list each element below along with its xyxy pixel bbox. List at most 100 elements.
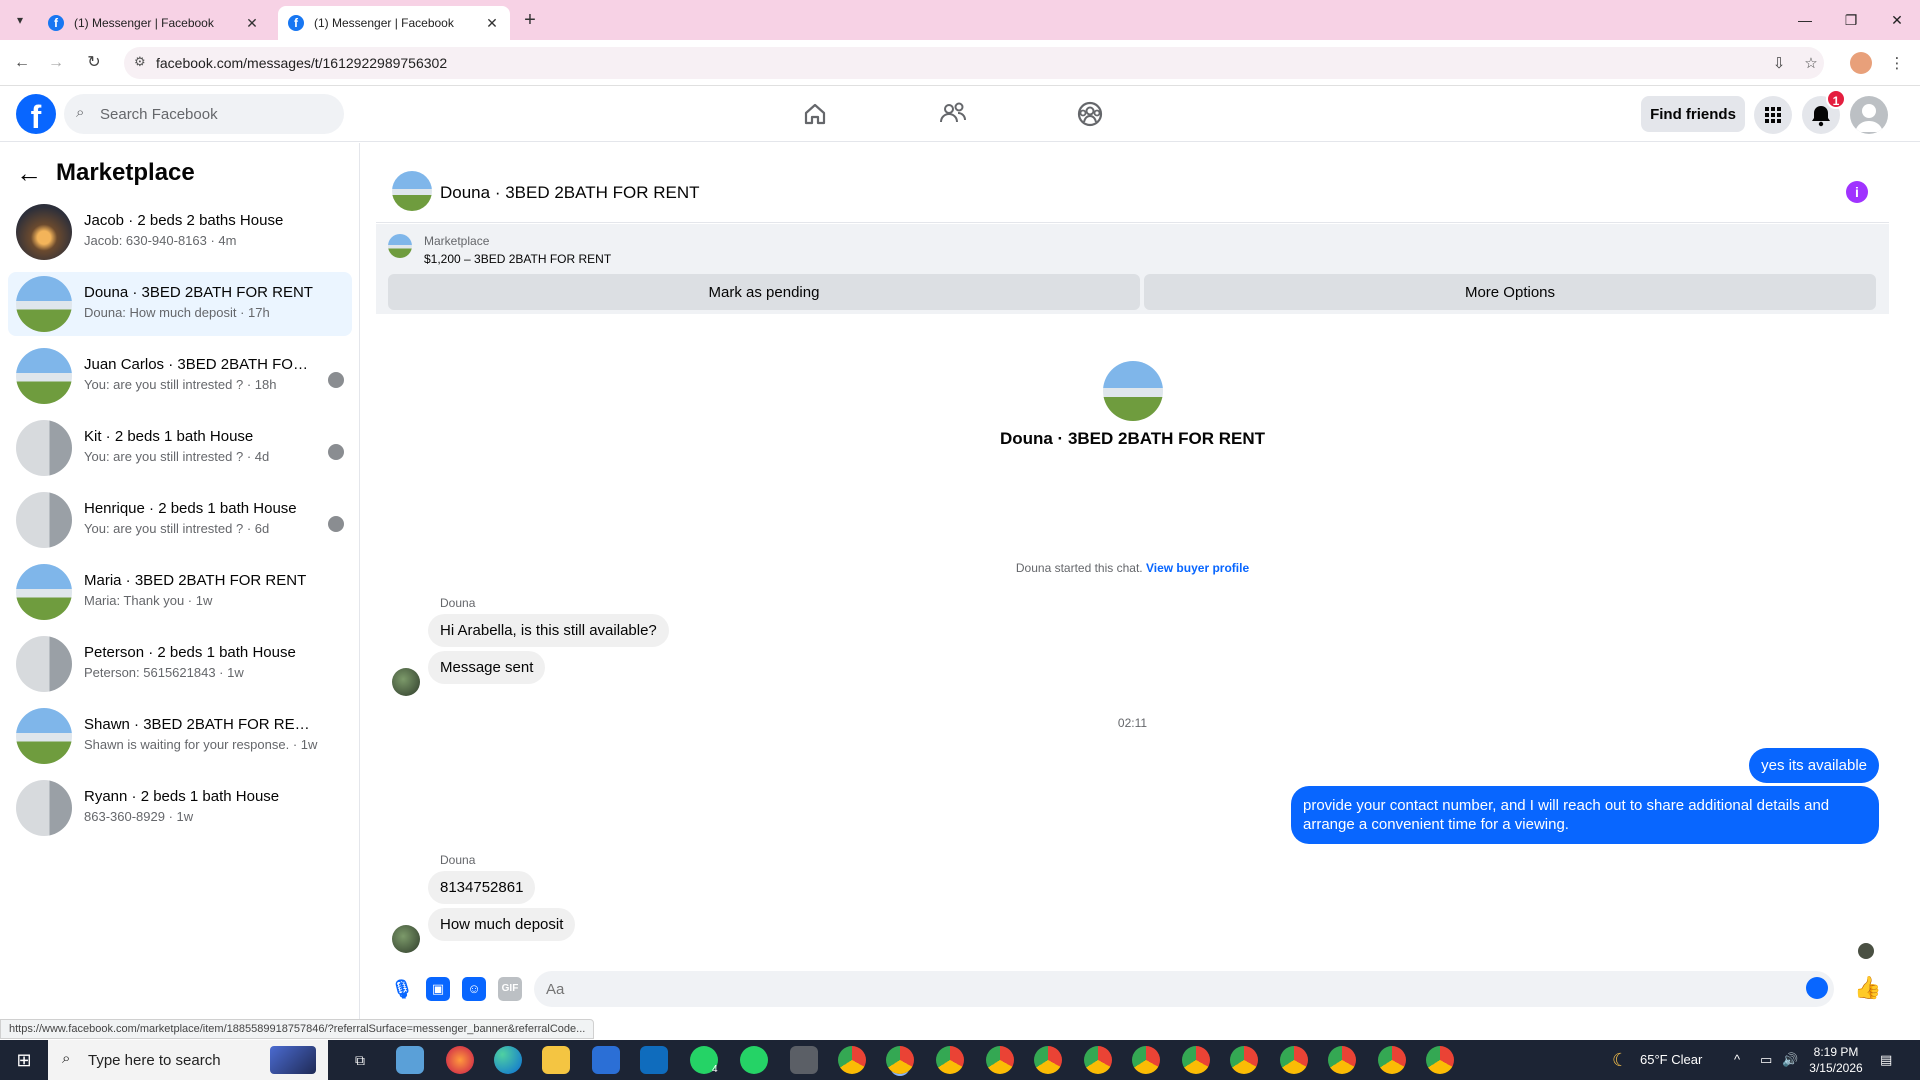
tray-chevron-icon[interactable]: ^ (1734, 1040, 1740, 1080)
notepad-icon[interactable] (396, 1046, 424, 1074)
conversation-item[interactable]: Shawn · 3BED 2BATH FOR RENT Shawn is wait… (8, 704, 352, 768)
microphone-icon[interactable]: 🎙 (390, 977, 414, 1001)
forward-button[interactable]: → (44, 51, 68, 75)
more-options-button[interactable]: More Options (1144, 274, 1876, 310)
sticker-icon[interactable]: ☺ (462, 977, 486, 1001)
find-friends-button[interactable]: Find friends (1641, 96, 1745, 132)
photo-icon[interactable]: ▣ (426, 977, 450, 1001)
calculator-icon[interactable] (790, 1046, 818, 1074)
notification-count-badge: 1 (1826, 89, 1846, 109)
chrome-icon[interactable] (1084, 1046, 1112, 1074)
emoji-icon[interactable] (1806, 977, 1828, 999)
gif-icon[interactable]: GIF (498, 977, 522, 1001)
facebook-logo-icon[interactable]: f (16, 94, 56, 135)
conversation-item[interactable]: Kit · 2 beds 1 bath House You: are you st… (8, 416, 352, 480)
tab-search-chevron-icon[interactable]: ▾ (10, 10, 30, 30)
window-close-button[interactable]: ✕ (1874, 0, 1920, 40)
conversation-name: Douna · 3BED 2BATH FOR RENT (84, 284, 313, 301)
listing-thumbnail (16, 204, 72, 260)
listing-thumbnail[interactable] (388, 234, 412, 258)
chrome-icon[interactable] (1230, 1046, 1258, 1074)
windows-start-icon[interactable]: ⊞ (0, 1040, 48, 1080)
file-explorer-icon[interactable] (542, 1046, 570, 1074)
chat-title[interactable]: Douna · 3BED 2BATH FOR RENT (440, 183, 699, 203)
conversation-item[interactable]: Juan Carlos · 3BED 2BATH FOR ... You: are… (8, 344, 352, 408)
intro-name: Douna · 3BED 2BATH FOR RENT (999, 429, 1266, 448)
volume-icon[interactable]: 🔊 (1782, 1040, 1798, 1080)
tab-close-icon[interactable]: ✕ (244, 15, 260, 32)
outgoing-message[interactable]: yes its available (1749, 748, 1879, 783)
chrome-icon[interactable] (1034, 1046, 1062, 1074)
address-bar[interactable]: ⚙ facebook.com/messages/t/16129229897563… (124, 47, 1824, 79)
install-app-icon[interactable]: ⇩ (1768, 53, 1790, 75)
outlook-icon[interactable] (640, 1046, 668, 1074)
task-view-icon[interactable]: ⧉ (346, 1046, 374, 1074)
firefox-icon[interactable] (446, 1046, 474, 1074)
weather-moon-icon: ☾ (1612, 1050, 1629, 1070)
system-clock[interactable]: 8:19 PM 3/15/2026 (1800, 1044, 1872, 1076)
back-button[interactable]: ← (10, 51, 34, 75)
mark-as-pending-button[interactable]: Mark as pending (388, 274, 1140, 310)
message-input-box[interactable] (534, 971, 1834, 1007)
chrome-icon[interactable] (1182, 1046, 1210, 1074)
chrome-icon[interactable] (1426, 1046, 1454, 1074)
groups-icon[interactable] (1070, 94, 1110, 134)
microsoft-store-icon[interactable] (592, 1046, 620, 1074)
network-icon[interactable]: ▭ (1760, 1040, 1772, 1080)
incoming-message[interactable]: How much deposit (428, 908, 576, 941)
whatsapp-business-icon[interactable] (740, 1046, 768, 1074)
message-input[interactable] (546, 971, 1786, 1007)
chrome-icon[interactable] (936, 1046, 964, 1074)
chrome-icon[interactable] (1328, 1046, 1356, 1074)
taskbar-search[interactable]: ⌕ Type here to search (48, 1040, 328, 1080)
conversation-item[interactable]: Peterson · 2 beds 1 bath House Peterson: … (8, 632, 352, 696)
chrome-icon[interactable] (986, 1046, 1014, 1074)
search-icon: ⌕ (76, 104, 85, 121)
conversation-item[interactable]: Henrique · 2 beds 1 bath House You: are y… (8, 488, 352, 552)
thumbs-up-icon[interactable]: 👍 (1854, 975, 1881, 1001)
seen-avatar (328, 444, 344, 460)
browser-profile-avatar[interactable] (1850, 52, 1872, 74)
chrome-icon[interactable] (1280, 1046, 1308, 1074)
edge-icon[interactable] (494, 1046, 522, 1074)
browser-tab-2[interactable]: f (1) Messenger | Facebook ✕ (278, 6, 510, 40)
bookmark-star-icon[interactable]: ☆ (1800, 53, 1822, 75)
minimize-button[interactable]: — (1782, 0, 1828, 40)
started-text: Douna started this chat. (1015, 561, 1143, 575)
incoming-message[interactable]: 8134752861 (428, 871, 536, 904)
listing-price-title[interactable]: $1,200 – 3BED 2BATH FOR RENT (424, 252, 611, 266)
weather-text[interactable]: 65°F Clear (1640, 1040, 1702, 1080)
home-icon[interactable] (795, 94, 835, 134)
conversation-item[interactable]: Douna · 3BED 2BATH FOR RENT Douna: How mu… (8, 272, 352, 336)
conversation-item[interactable]: Maria · 3BED 2BATH FOR RENT Maria: Thank … (8, 560, 352, 624)
sender-avatar[interactable] (392, 925, 420, 953)
incoming-message[interactable]: Message sent (428, 651, 546, 684)
friends-icon[interactable] (933, 94, 973, 134)
facebook-search[interactable]: ⌕ (64, 94, 344, 134)
chat-avatar[interactable] (392, 171, 432, 211)
chrome-icon[interactable] (1132, 1046, 1160, 1074)
menu-grid-button[interactable] (1754, 96, 1792, 134)
account-avatar[interactable] (1850, 96, 1888, 134)
view-buyer-profile-link[interactable]: View buyer profile (1146, 561, 1249, 575)
conversation-item[interactable]: Ryann · 2 beds 1 bath House 863-360-8929 … (8, 776, 352, 840)
site-info-icon[interactable]: ⚙ (134, 54, 146, 70)
facebook-search-input[interactable] (100, 94, 330, 134)
incoming-message[interactable]: Hi Arabella, is this still available? (428, 614, 669, 647)
chrome-icon[interactable] (886, 1046, 914, 1074)
back-arrow-icon[interactable]: ← (16, 158, 46, 189)
restore-button[interactable]: ❐ (1828, 0, 1874, 40)
tab-close-icon[interactable]: ✕ (484, 15, 500, 32)
info-icon[interactable]: i (1846, 181, 1868, 203)
browser-tab-1[interactable]: f (1) Messenger | Facebook ✕ (38, 6, 270, 40)
conversation-preview: Douna: How much deposit · 17h (84, 305, 270, 320)
sender-avatar[interactable] (392, 668, 420, 696)
notification-center-icon[interactable]: ▤ (1880, 1040, 1892, 1080)
outgoing-message[interactable]: provide your contact number, and I will … (1291, 786, 1879, 844)
browser-menu-icon[interactable]: ⋮ (1886, 53, 1908, 75)
chrome-icon[interactable] (1378, 1046, 1406, 1074)
chrome-icon[interactable] (838, 1046, 866, 1074)
reload-button[interactable]: ↻ (82, 51, 106, 75)
conversation-item[interactable]: Jacob · 2 beds 2 baths House Jacob: 630-9… (8, 200, 352, 264)
new-tab-button[interactable]: + (520, 8, 540, 32)
